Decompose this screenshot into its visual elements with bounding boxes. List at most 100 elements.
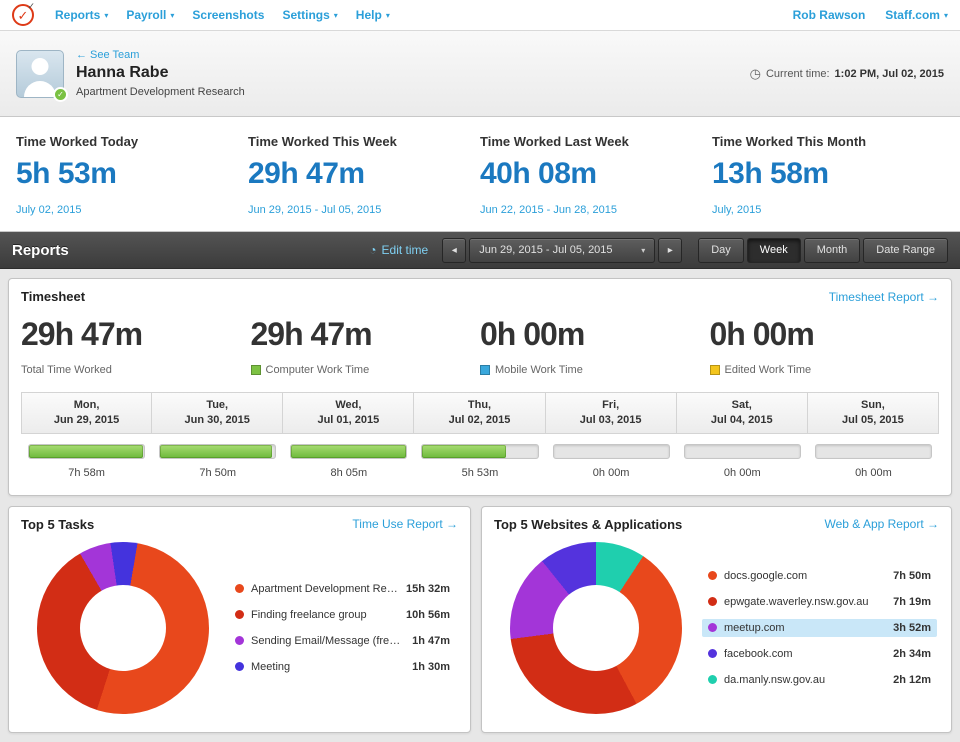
tasks-donut-chart[interactable]: [37, 542, 209, 714]
legend-item[interactable]: Apartment Development Rese… 15h 32m: [229, 580, 456, 598]
nav-help[interactable]: Help ▾: [347, 8, 399, 22]
stat-value: 29h 47m: [248, 157, 480, 191]
stat-period: Jun 22, 2015 - Jun 28, 2015: [480, 204, 712, 216]
prev-period-button[interactable]: ◂: [442, 238, 466, 263]
websites-donut-chart[interactable]: [510, 542, 682, 714]
tasks-chart-body: Apartment Development Rese… 15h 32m Find…: [9, 540, 470, 732]
current-time: ◷ Current time: 1:02 PM, Jul 02, 2015: [750, 66, 944, 82]
legend-dot: [235, 662, 244, 671]
staff-logo[interactable]: ✓ ✓: [12, 4, 34, 26]
stat-today: Time Worked Today 5h 53m July 02, 2015: [16, 134, 248, 231]
caret-down-icon: ▾: [641, 246, 645, 255]
day-header: Fri,Jul 03, 2015: [546, 392, 677, 434]
status-badge: ✓: [53, 87, 68, 102]
edited-time-legend-swatch: [710, 365, 720, 375]
stat-period: Jun 29, 2015 - Jul 05, 2015: [248, 204, 480, 216]
nav-screenshots[interactable]: Screenshots: [183, 8, 273, 22]
legend-item[interactable]: da.manly.nsw.gov.au 2h 12m: [702, 671, 937, 689]
progress-track: [28, 444, 145, 459]
total-value: 0h 00m: [480, 316, 710, 353]
timesheet-totals: 29h 47m Total Time Worked 29h 47m Comput…: [9, 312, 951, 392]
progress-fill: [291, 445, 406, 458]
nav-reports-label: Reports: [55, 8, 100, 22]
caret-down-icon: ▾: [944, 11, 948, 20]
clock-icon: ◔: [369, 243, 376, 257]
legend-label: Apartment Development Rese…: [251, 583, 398, 595]
top-websites-title: Top 5 Websites & Applications: [494, 517, 682, 532]
nav-help-label: Help: [356, 8, 382, 22]
legend-item[interactable]: facebook.com 2h 34m: [702, 645, 937, 663]
legend-item-highlighted[interactable]: meetup.com 3h 52m: [702, 619, 937, 637]
legend-label: meetup.com: [724, 622, 885, 634]
legend-dot: [708, 597, 717, 606]
day-progress: [808, 434, 939, 462]
legend-value: 1h 30m: [412, 661, 450, 673]
nav-screenshots-label: Screenshots: [192, 8, 264, 22]
week-table: Mon,Jun 29, 2015 Tue,Jun 30, 2015 Wed,Ju…: [21, 392, 939, 491]
day-time: 8h 05m: [283, 462, 414, 491]
caret-down-icon: ▾: [334, 11, 338, 20]
top-websites-header: Top 5 Websites & Applications Web & App …: [482, 507, 951, 540]
site-menu[interactable]: Staff.com ▾: [885, 8, 948, 22]
edit-time-button[interactable]: ◔ Edit time: [369, 243, 428, 257]
legend-label: Meeting: [251, 661, 404, 673]
legend-dot: [708, 623, 717, 632]
stat-value: 13h 58m: [712, 157, 944, 191]
time-use-report-link[interactable]: Time Use Report →: [352, 517, 458, 531]
total-label: Edited Work Time: [725, 364, 812, 376]
nav-payroll-label: Payroll: [126, 8, 166, 22]
nav-reports[interactable]: Reports ▾: [46, 8, 117, 22]
day-header: Tue,Jun 30, 2015: [152, 392, 283, 434]
clock-icon: ◷: [750, 66, 761, 82]
see-team-link[interactable]: ← See Team: [76, 49, 245, 61]
edit-time-label: Edit time: [382, 243, 429, 257]
day-time: 0h 00m: [677, 462, 808, 491]
reports-title: Reports: [12, 242, 69, 259]
content: Timesheet Timesheet Report → 29h 47m Tot…: [0, 269, 960, 742]
day-time: 7h 50m: [152, 462, 283, 491]
nav-settings-label: Settings: [282, 8, 329, 22]
view-month-button[interactable]: Month: [804, 238, 861, 263]
day-progress: [21, 434, 152, 462]
next-period-button[interactable]: ▸: [658, 238, 682, 263]
stat-last-week: Time Worked Last Week 40h 08m Jun 22, 20…: [480, 134, 712, 231]
timesheet-report-link[interactable]: Timesheet Report →: [829, 290, 939, 304]
edited-work-time: 0h 00m Edited Work Time: [710, 316, 940, 376]
legend-item[interactable]: epwgate.waverley.nsw.gov.au 7h 19m: [702, 593, 937, 611]
legend-label: Sending Email/Message (freel…: [251, 635, 404, 647]
legend-label: epwgate.waverley.nsw.gov.au: [724, 596, 885, 608]
total-value: 29h 47m: [21, 316, 251, 353]
legend-value: 2h 34m: [893, 648, 931, 660]
nav-settings[interactable]: Settings ▾: [273, 8, 346, 22]
date-range-select[interactable]: Jun 29, 2015 - Jul 05, 2015 ▾: [469, 238, 655, 263]
computer-work-time: 29h 47m Computer Work Time: [251, 316, 481, 376]
view-date-range-button[interactable]: Date Range: [863, 238, 948, 263]
view-day-button[interactable]: Day: [698, 238, 744, 263]
progress-fill: [160, 445, 272, 458]
websites-chart-body: docs.google.com 7h 50m epwgate.waverley.…: [482, 540, 951, 732]
total-label: Total Time Worked: [21, 364, 112, 376]
day-header: Thu,Jul 02, 2015: [414, 392, 545, 434]
date-range-value: Jun 29, 2015 - Jul 05, 2015: [479, 244, 612, 256]
legend-item[interactable]: Finding freelance group 10h 56m: [229, 606, 456, 624]
day-header: Sat,Jul 04, 2015: [677, 392, 808, 434]
nav-payroll[interactable]: Payroll ▾: [117, 8, 183, 22]
avatar-person-icon: [24, 81, 56, 97]
web-app-report-link[interactable]: Web & App Report →: [824, 517, 939, 531]
legend-dot: [708, 675, 717, 684]
view-week-button[interactable]: Week: [747, 238, 801, 263]
legend-value: 3h 52m: [893, 622, 931, 634]
legend-value: 1h 47m: [412, 635, 450, 647]
total-value: 29h 47m: [251, 316, 481, 353]
current-user-link[interactable]: Rob Rawson: [793, 8, 866, 22]
reports-toolbar: Reports ◔ Edit time ◂ Jun 29, 2015 - Jul…: [0, 232, 960, 269]
legend-item[interactable]: docs.google.com 7h 50m: [702, 567, 937, 585]
day-time: 0h 00m: [808, 462, 939, 491]
top-tasks-title: Top 5 Tasks: [21, 517, 94, 532]
legend-item[interactable]: Meeting 1h 30m: [229, 658, 456, 676]
computer-time-legend-swatch: [251, 365, 261, 375]
stat-period: July 02, 2015: [16, 204, 248, 216]
legend-dot: [708, 571, 717, 580]
legend-value: 2h 12m: [893, 674, 931, 686]
legend-item[interactable]: Sending Email/Message (freel… 1h 47m: [229, 632, 456, 650]
